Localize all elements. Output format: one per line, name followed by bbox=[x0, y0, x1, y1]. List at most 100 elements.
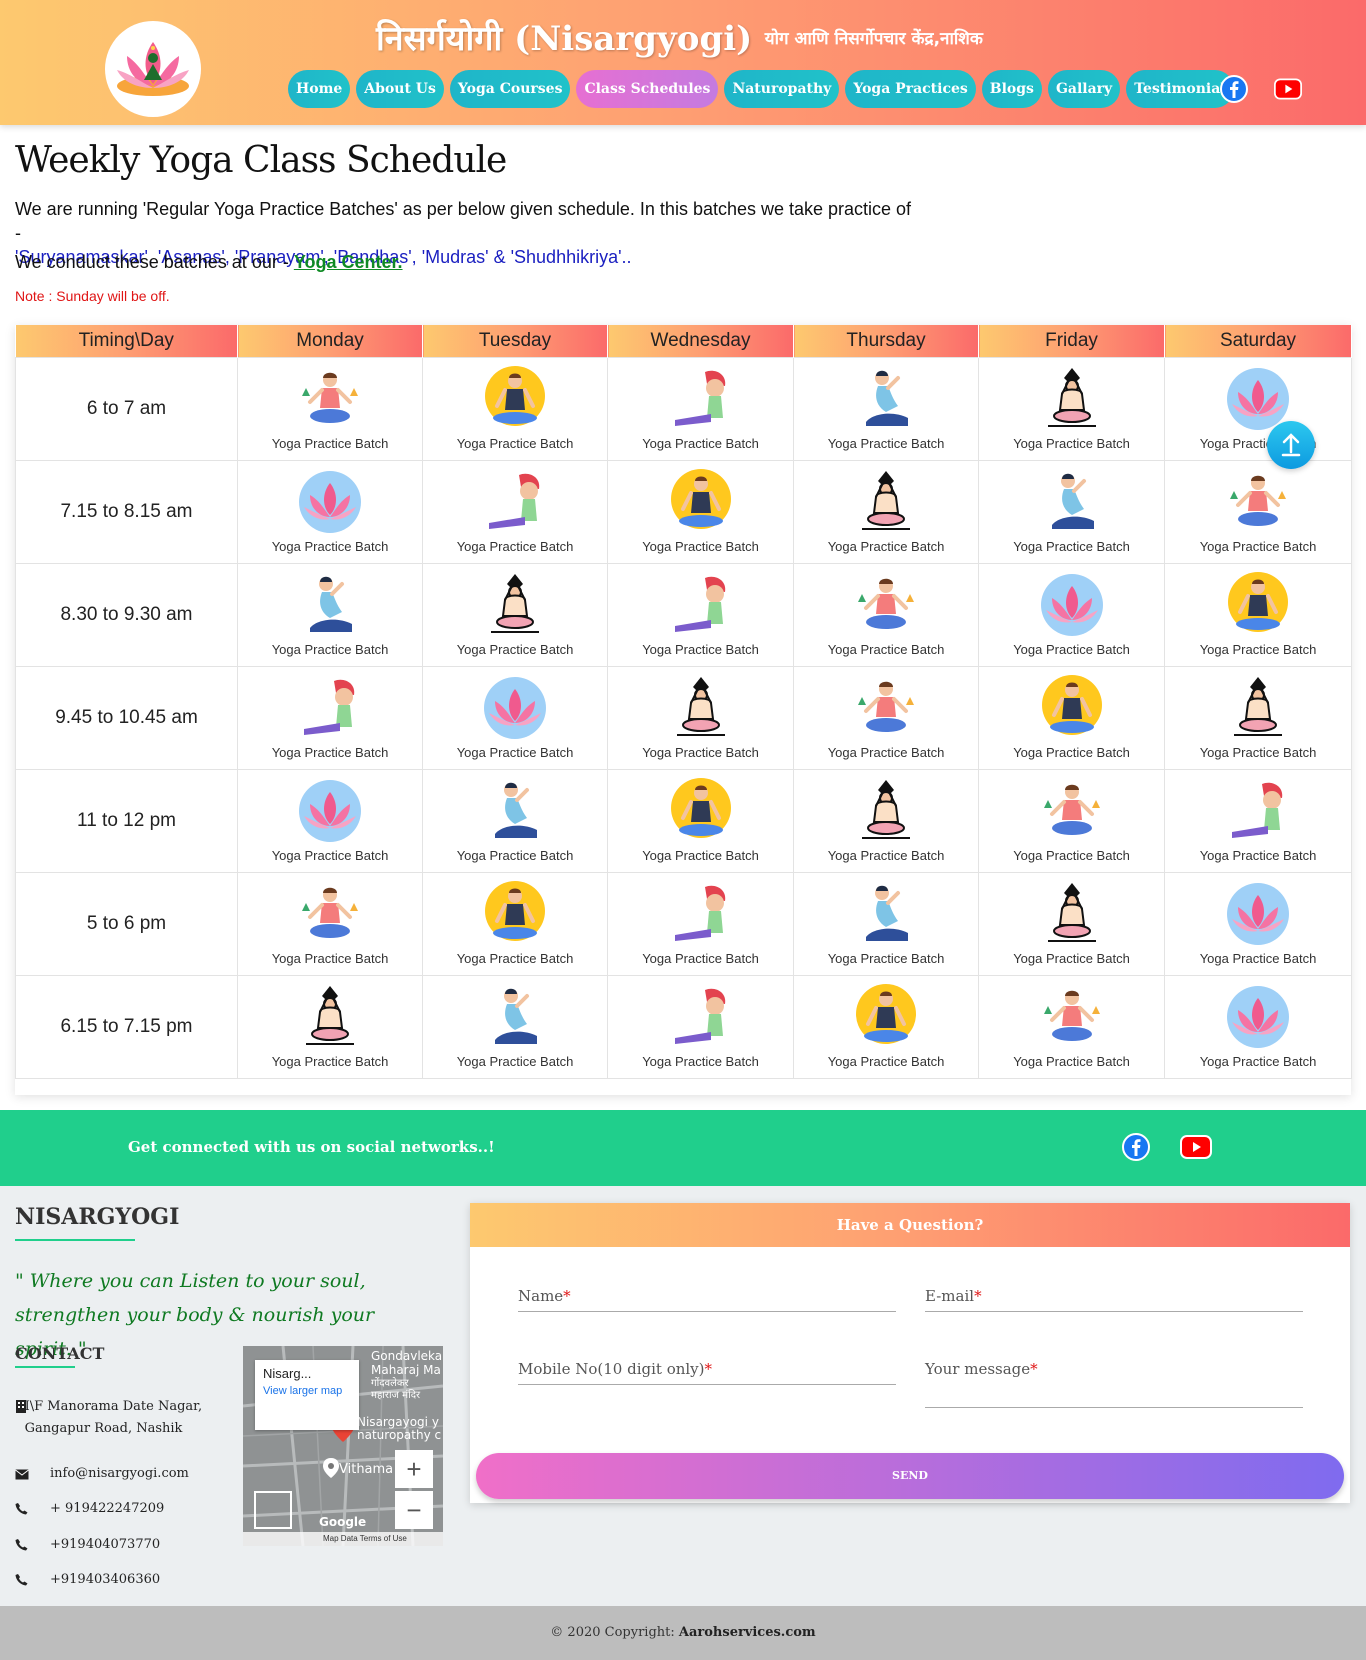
header-day: Tuesday bbox=[422, 325, 608, 357]
phone-icon bbox=[15, 1534, 50, 1559]
contact-address: I\F Manorama Date Nagar, Gangapur Road, … bbox=[15, 1396, 215, 1440]
view-larger-map-link[interactable]: View larger map bbox=[263, 1385, 351, 1397]
batch-label: Yoga Practice Batch bbox=[1199, 951, 1317, 966]
batch-label: Yoga Practice Batch bbox=[456, 1054, 574, 1069]
meditate-outline-icon bbox=[296, 984, 364, 1050]
message-label: Your message bbox=[925, 1360, 1031, 1378]
meditate-plants-icon bbox=[1038, 984, 1106, 1050]
schedule-header-row: Timing\Day Monday Tuesday Wednesday Thur… bbox=[15, 325, 1352, 357]
batch-cell: Yoga Practice Batch bbox=[237, 562, 423, 667]
nav-about-us[interactable]: About Us bbox=[356, 70, 444, 108]
nav-class-schedules[interactable]: Class Schedules bbox=[576, 70, 719, 108]
nav-yoga-practices[interactable]: Yoga Practices bbox=[845, 70, 976, 108]
schedule-table-card: Timing\Day Monday Tuesday Wednesday Thur… bbox=[15, 325, 1352, 1095]
header-day: Friday bbox=[978, 325, 1165, 357]
batch-cell: Yoga Practice Batch bbox=[793, 356, 979, 461]
batch-cell: Yoga Practice Batch bbox=[607, 768, 794, 873]
email-text[interactable]: info@nisargyogi.com bbox=[50, 1463, 189, 1485]
meditate-outline-icon bbox=[1038, 881, 1106, 947]
footer-title-underline bbox=[15, 1239, 135, 1241]
scroll-to-top-button[interactable] bbox=[1267, 421, 1315, 469]
schedule-row: 6 to 7 am Yoga Practice Batch Yoga Practic… bbox=[15, 356, 1352, 461]
google-logo: Google bbox=[319, 1515, 366, 1529]
schedule-row: 9.45 to 10.45 am Yoga Practice Batch Yoga … bbox=[15, 665, 1352, 770]
phone-text[interactable]: +919404073770 bbox=[50, 1534, 160, 1556]
batch-label: Yoga Practice Batch bbox=[1199, 642, 1317, 657]
batch-label: Yoga Practice Batch bbox=[1013, 642, 1130, 657]
copyright-owner[interactable]: Aarohservices.com bbox=[679, 1625, 816, 1640]
batch-cell: Yoga Practice Batch bbox=[793, 974, 979, 1079]
header-day: Saturday bbox=[1164, 325, 1352, 357]
nav-yoga-courses[interactable]: Yoga Courses bbox=[449, 70, 571, 108]
zoom-out-button[interactable]: − bbox=[395, 1491, 433, 1529]
batch-label: Yoga Practice Batch bbox=[642, 539, 759, 554]
batch-label: Yoga Practice Batch bbox=[271, 642, 389, 657]
site-logo[interactable] bbox=[105, 21, 201, 117]
stretch-cap-icon bbox=[667, 366, 735, 432]
zoom-in-button[interactable]: + bbox=[395, 1450, 433, 1488]
meditate-sun-icon bbox=[852, 984, 920, 1050]
meditate-outline-icon bbox=[1224, 675, 1292, 741]
time-slot: 5 to 6 pm bbox=[15, 871, 238, 976]
phone-text[interactable]: +919403406360 bbox=[50, 1569, 160, 1591]
batch-label: Yoga Practice Batch bbox=[1013, 951, 1130, 966]
google-map[interactable]: Gondavleka Maharaj Ma गोंदवलेकर महाराज म… bbox=[243, 1346, 443, 1546]
contact-title: CONTACT bbox=[15, 1344, 105, 1363]
contact-phone: +919403406360 bbox=[15, 1569, 160, 1594]
contact-email: info@nisargyogi.com bbox=[15, 1463, 189, 1488]
schedule-row: 8.30 to 9.30 am Yoga Practice Batch Yoga P… bbox=[15, 562, 1352, 667]
lotus-flower-icon bbox=[481, 675, 549, 741]
batch-cell: Yoga Practice Batch bbox=[237, 665, 423, 770]
copyright-bar: © 2020 Copyright: Aarohservices.com bbox=[0, 1606, 1366, 1660]
map-info-card: Nisarg... View larger map bbox=[255, 1360, 359, 1430]
intro-line-1: We are running 'Regular Yoga Practice Ba… bbox=[15, 199, 912, 243]
facebook-icon[interactable] bbox=[1120, 1132, 1152, 1162]
yoga-center-link[interactable]: Yoga Center. bbox=[294, 252, 403, 272]
batch-cell: Yoga Practice Batch bbox=[978, 459, 1165, 564]
batch-label: Yoga Practice Batch bbox=[827, 745, 945, 760]
meditate-sun-icon bbox=[1038, 675, 1106, 741]
batch-label: Yoga Practice Batch bbox=[642, 1054, 759, 1069]
meditate-sun-icon bbox=[1224, 572, 1292, 638]
batch-cell: Yoga Practice Batch bbox=[422, 768, 608, 873]
youtube-icon[interactable] bbox=[1180, 1132, 1212, 1162]
nav-blogs[interactable]: Blogs bbox=[981, 70, 1042, 108]
batch-cell: Yoga Practice Batch bbox=[1164, 768, 1352, 873]
stretch-cap-icon bbox=[1224, 778, 1292, 844]
address-text: I\F Manorama Date Nagar, Gangapur Road, … bbox=[24, 1399, 203, 1436]
header-day: Monday bbox=[237, 325, 423, 357]
nav-naturopathy[interactable]: Naturopathy bbox=[724, 70, 840, 108]
twist-pose-icon bbox=[481, 984, 549, 1050]
contact-underline bbox=[15, 1366, 75, 1368]
meditate-plants-icon bbox=[296, 366, 364, 432]
meditate-plants-icon bbox=[1038, 778, 1106, 844]
lotus-flower-icon bbox=[1038, 572, 1106, 638]
meditate-outline-icon bbox=[852, 778, 920, 844]
nav-testimonial[interactable]: Testimonial bbox=[1126, 70, 1234, 108]
send-button[interactable]: SEND bbox=[476, 1453, 1344, 1499]
map-place-name: Nisarg... bbox=[263, 1366, 312, 1381]
batch-cell: Yoga Practice Batch bbox=[978, 562, 1165, 667]
batch-cell: Yoga Practice Batch bbox=[422, 459, 608, 564]
map-label: Gondavleka bbox=[371, 1349, 442, 1363]
mobile-field[interactable]: Mobile No(10 digit only)* bbox=[518, 1360, 896, 1385]
batch-label: Yoga Practice Batch bbox=[642, 951, 759, 966]
batch-cell: Yoga Practice Batch bbox=[978, 974, 1165, 1079]
batch-label: Yoga Practice Batch bbox=[1199, 1054, 1317, 1069]
nav-home[interactable]: Home bbox=[288, 70, 351, 108]
batch-label: Yoga Practice Batch bbox=[642, 745, 759, 760]
email-field[interactable]: E-mail* bbox=[925, 1287, 1303, 1312]
name-field[interactable]: Name* bbox=[518, 1287, 896, 1312]
phone-icon bbox=[15, 1498, 50, 1523]
batch-label: Yoga Practice Batch bbox=[827, 1054, 945, 1069]
youtube-icon[interactable] bbox=[1274, 76, 1302, 102]
center-line: We conduct these batches at our - Yoga C… bbox=[15, 252, 403, 273]
batch-label: Yoga Practice Batch bbox=[642, 436, 759, 451]
batch-cell: Yoga Practice Batch bbox=[237, 871, 423, 976]
phone-text[interactable]: + 919422247209 bbox=[50, 1498, 164, 1520]
message-field[interactable]: Your message* bbox=[925, 1360, 1303, 1408]
nav-gallary[interactable]: Gallary bbox=[1047, 70, 1121, 108]
time-slot: 6 to 7 am bbox=[15, 356, 238, 461]
batch-label: Yoga Practice Batch bbox=[271, 436, 389, 451]
facebook-icon[interactable] bbox=[1220, 75, 1248, 103]
